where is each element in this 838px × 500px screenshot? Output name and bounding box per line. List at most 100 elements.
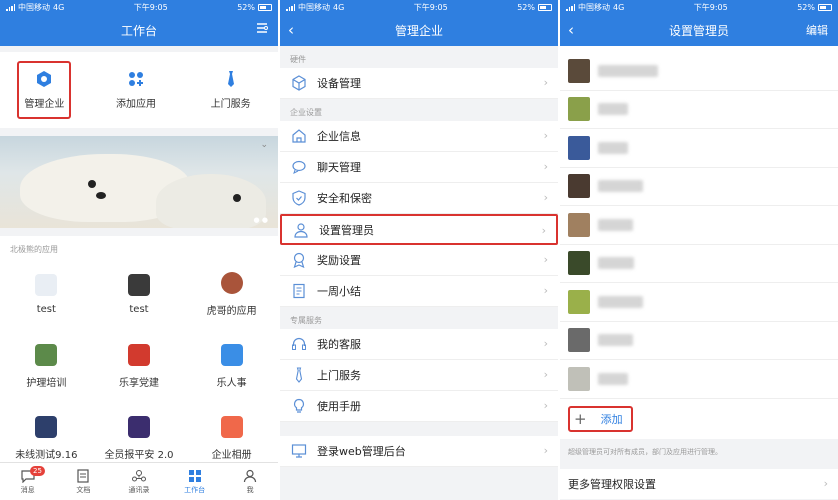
menu-row-enterprise-info[interactable]: 企业信息 › [280, 121, 558, 152]
app-icon [127, 343, 150, 366]
admin-list-item[interactable] [560, 129, 838, 168]
tab-messages[interactable]: 25 消息 [0, 463, 56, 500]
menu-row-label: 使用手册 [317, 400, 361, 413]
app-icon [127, 273, 150, 296]
admin-name-redacted [598, 64, 658, 77]
admin-list-item[interactable] [560, 360, 838, 399]
bulb-icon [290, 397, 308, 415]
tab-documents[interactable]: 文档 [56, 463, 112, 500]
banner-carousel[interactable]: ⌄ ● ● [0, 136, 278, 228]
page-title: 设置管理员 [668, 23, 729, 38]
carousel-indicator: ● ● [253, 216, 268, 224]
tie-icon [227, 71, 234, 87]
menu-row-label: 聊天管理 [317, 161, 361, 174]
admin-list-item[interactable] [560, 283, 838, 322]
menu-row-set-admin[interactable]: 设置管理员 › [280, 214, 558, 245]
app-icon [35, 273, 58, 296]
app-item[interactable]: 乐享党建 [93, 330, 186, 402]
manage-enterprise-button[interactable]: 管理企业 [17, 61, 72, 119]
admin-name-redacted [598, 334, 633, 347]
bear-nose [96, 192, 106, 199]
home-icon [290, 127, 308, 145]
add-admin-row: + 添加 [560, 398, 838, 439]
contacts-icon [131, 469, 146, 481]
menu-row-weekly-summary[interactable]: 一周小结 › [280, 276, 558, 307]
tab-workbench[interactable]: 工作台 [167, 463, 223, 500]
avatar [568, 174, 590, 199]
chevron-right-icon: › [543, 253, 548, 266]
more-permission-label: 更多管理权限设置 [568, 477, 656, 491]
set-admin-panel: 中国移动 4G 下午9:05 52% ‹ 设置管理员 编辑 + 添加 超级管理员可… [560, 0, 838, 500]
admin-list-item[interactable] [560, 52, 838, 91]
status-bar: 中国移动 4G 下午9:05 52% [280, 0, 558, 14]
manage-enterprise-panel: 中国移动 4G 下午9:05 52% ‹ 管理企业 硬件 设备管理 › 企业设置 企… [280, 0, 558, 500]
bear-eye [88, 180, 96, 188]
add-admin-button[interactable]: + 添加 [568, 405, 633, 432]
filter-settings-icon[interactable] [256, 22, 268, 37]
apps-grid-icon [128, 72, 143, 86]
network-label: 4G [613, 2, 625, 12]
app-label: 未线测试9.16 [15, 449, 78, 461]
admin-name-redacted [598, 103, 628, 116]
menu-row-rewards[interactable]: 奖励设置 › [280, 245, 558, 276]
app-icon [35, 343, 58, 366]
menu-row-web-admin-login[interactable]: 登录web管理后台 › [280, 436, 558, 467]
app-item[interactable]: 虎哥的应用 [185, 258, 278, 330]
plus-icon: + [574, 409, 587, 428]
super-admin-hint: 超级管理员可对所有成员，部门及应用进行管理。 [568, 447, 722, 456]
avatar [568, 251, 590, 276]
admin-list-item[interactable] [560, 206, 838, 245]
menu-row-device-management[interactable]: 设备管理 › [280, 68, 558, 99]
shortcut-bar: 管理企业 添加应用 上门服务 [0, 52, 278, 128]
menu-row-chat-management[interactable]: 聊天管理 › [280, 152, 558, 183]
chat-icon [290, 158, 308, 176]
workbench-grid-icon [188, 469, 201, 482]
menu-row-label: 安全和保密 [317, 192, 372, 205]
menu-row-customer-service[interactable]: 我的客服 › [280, 329, 558, 360]
menu-row-label: 登录web管理后台 [317, 445, 406, 458]
app-item[interactable]: test [93, 258, 186, 330]
onsite-service-label: 上门服务 [210, 99, 251, 110]
app-label: 企业相册 [211, 449, 252, 461]
monitor-icon [290, 442, 308, 460]
report-icon [290, 282, 308, 300]
more-permission-settings-row[interactable]: 更多管理权限设置 › [560, 468, 838, 499]
carrier-label: 中国移动 [18, 2, 50, 12]
chevron-right-icon: › [541, 224, 546, 237]
app-item[interactable]: 乐人事 [185, 330, 278, 402]
back-arrow-icon[interactable]: ‹ [568, 21, 574, 39]
cube-icon [290, 74, 308, 92]
document-icon [77, 468, 89, 483]
back-arrow-icon[interactable]: ‹ [288, 21, 294, 39]
admin-name-redacted [598, 141, 628, 154]
status-bar: 中国移动 4G 下午9:05 52% [560, 0, 838, 14]
chevron-right-icon: › [543, 191, 548, 204]
award-icon [290, 251, 308, 269]
avatar [568, 97, 590, 122]
chevron-right-icon: › [543, 444, 548, 457]
tab-label: 文档 [76, 485, 91, 494]
shield-icon [290, 189, 308, 207]
admin-list-item[interactable] [560, 167, 838, 206]
avatar [568, 289, 590, 314]
tab-contacts[interactable]: 通讯录 [111, 463, 167, 500]
admin-list-item[interactable] [560, 244, 838, 283]
app-grid: test test 虎哥的应用 护理培训 乐享党建 乐人事 未线测试9.16 全… [0, 258, 278, 472]
cub-eye [233, 194, 241, 202]
admin-list-item[interactable] [560, 321, 838, 360]
menu-row-onsite-service[interactable]: 上门服务 › [280, 360, 558, 391]
edit-button[interactable]: 编辑 [806, 22, 828, 38]
admin-list-item[interactable] [560, 90, 838, 129]
section-title-exclusive-service: 专属服务 [290, 316, 322, 325]
tab-me[interactable]: 我 [222, 463, 278, 500]
app-item[interactable]: 护理培训 [0, 330, 93, 402]
menu-row-security[interactable]: 安全和保密 › [280, 183, 558, 214]
onsite-service-button[interactable]: 上门服务 [201, 61, 261, 119]
app-icon [127, 415, 150, 438]
add-app-button[interactable]: 添加应用 [106, 61, 166, 119]
chevron-down-icon[interactable]: ⌄ [260, 140, 268, 150]
app-item[interactable]: test [0, 258, 93, 330]
section-title-hardware: 硬件 [290, 55, 306, 64]
carrier-label: 中国移动 [578, 2, 610, 12]
menu-row-user-manual[interactable]: 使用手册 › [280, 391, 558, 422]
